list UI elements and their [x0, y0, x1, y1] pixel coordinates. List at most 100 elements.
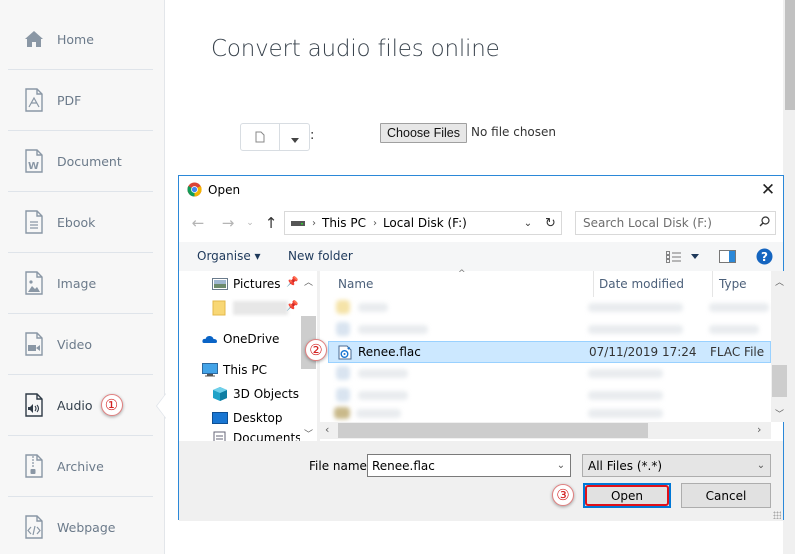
step-marker-1: ① — [100, 394, 123, 416]
cancel-button[interactable]: Cancel — [681, 483, 771, 508]
sidebar-item-label: Video — [57, 336, 93, 352]
page-title: Convert audio files online — [211, 36, 500, 62]
file-row-blurred[interactable] — [328, 385, 771, 407]
nav-item-desktop[interactable]: Desktop — [212, 408, 283, 428]
file-name-input[interactable]: Renee.flac — [372, 459, 552, 473]
file-list-hscrollbar[interactable]: ‹ › — [320, 422, 771, 439]
column-separator[interactable] — [712, 271, 713, 297]
scroll-up-icon[interactable]: ︿ — [300, 275, 317, 288]
file-row-selected[interactable]: Renee.flac 07/11/2019 17:24 FLAC File — [328, 341, 771, 363]
file-source-button[interactable] — [240, 123, 310, 151]
forward-button[interactable]: → — [217, 212, 239, 234]
sidebar-item-image[interactable]: Image — [8, 253, 153, 314]
dialog-toolbar: Organise ▾ New folder ? — [179, 242, 783, 271]
pictures-icon — [212, 278, 228, 290]
file-list-hscrollbar-thumb[interactable] — [338, 423, 648, 438]
new-folder-button[interactable]: New folder — [288, 249, 353, 263]
webpage-file-icon — [22, 515, 46, 539]
sidebar-item-webpage[interactable]: Webpage — [8, 497, 153, 554]
refresh-icon: ↻ — [545, 215, 556, 231]
search-box[interactable]: Search Local Disk (F:) — [575, 211, 776, 235]
address-dropdown[interactable]: ⌄ — [519, 211, 537, 235]
page-scrollbar-thumb[interactable] — [785, 0, 795, 110]
sidebar-item-ebook[interactable]: Ebook — [8, 192, 153, 253]
open-file-dialog: Open ✕ ← → ⌄ ↑ › This PC › Local Disk (F… — [178, 175, 788, 521]
close-button[interactable]: ✕ — [757, 179, 779, 201]
file-type-select[interactable]: All Files (*.*) ⌄ — [582, 454, 771, 477]
breadcrumb-local-disk[interactable]: Local Disk (F:) — [383, 216, 467, 230]
blurred-text — [709, 325, 759, 334]
caret-down-icon — [691, 254, 699, 259]
dialog-footer: File name: Renee.flac ⌄ All Files (*.*) … — [179, 441, 783, 521]
close-icon: ✕ — [760, 180, 776, 200]
sidebar-item-label: Webpage — [57, 519, 116, 535]
file-list-vscrollbar-thumb[interactable] — [772, 365, 787, 397]
file-row-blurred[interactable] — [328, 405, 771, 423]
column-label: Type — [719, 277, 747, 291]
help-icon: ? — [756, 248, 773, 265]
refresh-button[interactable]: ↻ — [540, 211, 562, 235]
column-header-date[interactable]: Date modified — [599, 271, 712, 297]
file-row-blurred[interactable] — [328, 297, 771, 319]
chevron-down-icon: ⌄ — [523, 217, 533, 229]
scroll-left-icon[interactable]: ‹ — [325, 423, 329, 436]
file-row-blurred[interactable] — [328, 319, 771, 341]
view-options-button[interactable] — [666, 248, 699, 265]
up-button[interactable]: ↑ — [261, 212, 281, 234]
chevron-down-icon: ⌄ — [756, 460, 766, 471]
file-icon — [255, 128, 265, 147]
column-separator[interactable] — [593, 271, 594, 297]
no-file-status: No file chosen — [471, 125, 557, 139]
organise-menu[interactable]: Organise ▾ — [197, 249, 261, 263]
nav-item-this-pc[interactable]: This PC — [202, 360, 267, 380]
blurred-text — [588, 369, 663, 378]
this-pc-icon — [202, 363, 218, 377]
nav-item-pinned-folder[interactable] — [212, 298, 288, 318]
file-list-vscrollbar[interactable]: ︿ ﹀ — [771, 271, 788, 422]
chevron-down-icon[interactable]: ⌄ — [552, 460, 570, 471]
blurred-icon — [336, 366, 350, 380]
arrow-up-icon: ↑ — [264, 214, 278, 232]
breadcrumb-this-pc[interactable]: This PC — [322, 216, 366, 230]
help-button[interactable]: ? — [756, 248, 773, 265]
preview-pane-button[interactable] — [719, 248, 736, 265]
audio-file-icon — [338, 345, 352, 360]
back-button[interactable]: ← — [187, 212, 209, 234]
sidebar-item-document[interactable]: W Document — [8, 131, 153, 192]
scroll-down-icon[interactable]: ﹀ — [771, 407, 788, 420]
nav-item-onedrive[interactable]: OneDrive — [202, 329, 279, 349]
file-source-main[interactable] — [241, 124, 280, 150]
file-name-field[interactable]: Renee.flac ⌄ — [367, 454, 571, 477]
sidebar-item-pdf[interactable]: PDF — [8, 70, 153, 131]
open-button[interactable]: Open — [583, 483, 671, 508]
column-header-name[interactable]: Name — [338, 271, 593, 297]
column-header-type[interactable]: Type — [719, 271, 769, 297]
sidebar-item-archive[interactable]: Archive — [8, 436, 153, 497]
sidebar-item-audio[interactable]: Audio ① — [8, 375, 153, 436]
blurred-text — [356, 409, 401, 418]
dialog-title: Open — [208, 183, 241, 197]
resize-grip[interactable] — [773, 511, 781, 519]
scroll-right-icon[interactable]: › — [757, 423, 761, 436]
svg-text:?: ? — [761, 250, 768, 264]
file-row-blurred[interactable] — [328, 363, 771, 385]
scroll-up-icon[interactable]: ︿ — [771, 275, 788, 288]
sidebar-item-video[interactable]: Video — [8, 314, 153, 375]
search-input[interactable]: Search Local Disk (F:) — [583, 216, 753, 230]
3d-objects-icon — [213, 387, 227, 401]
choose-files-button[interactable]: Choose Files — [380, 123, 467, 143]
file-list: ^ Name Date modified Type Renee.flac 07/… — [320, 269, 788, 441]
nav-item-label: This PC — [223, 363, 267, 377]
nav-item-pictures[interactable]: Pictures — [212, 274, 281, 294]
archive-file-icon — [22, 454, 46, 478]
blurred-icon — [336, 388, 350, 402]
image-file-icon — [22, 271, 46, 295]
scroll-down-icon[interactable]: ﹀ — [300, 427, 317, 440]
recent-locations-button[interactable]: ⌄ — [243, 212, 257, 234]
nav-item-3d-objects[interactable]: 3D Objects — [212, 384, 299, 404]
column-label: Name — [338, 277, 374, 291]
file-source-dropdown[interactable] — [280, 124, 309, 150]
sidebar-item-home[interactable]: Home — [8, 9, 153, 70]
sidebar-item-label: Archive — [57, 458, 104, 474]
audio-file-icon — [22, 393, 46, 417]
